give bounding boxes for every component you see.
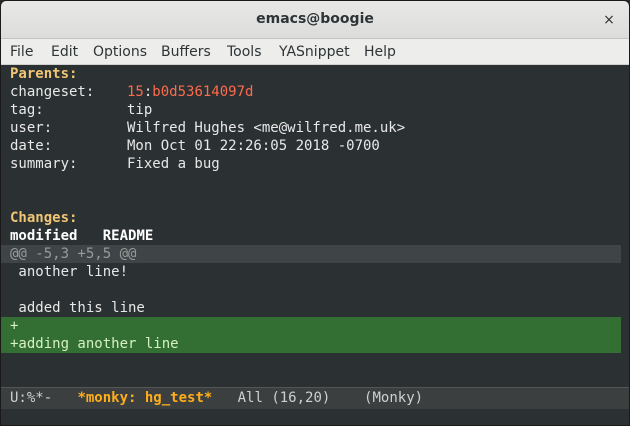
summary-key: summary: bbox=[10, 156, 78, 172]
monky-buffer[interactable]: Parents: changeset: 15:b0d53614097d tag: t… bbox=[1, 65, 629, 385]
tag-line: tag: tip bbox=[1, 101, 621, 119]
user-key: user: bbox=[10, 120, 53, 136]
window-title: emacs@boogie bbox=[256, 11, 374, 27]
diff-added-line: +adding another line bbox=[1, 335, 621, 353]
changeset-line: changeset: 15:b0d53614097d bbox=[1, 83, 621, 101]
date-line: date: Mon Oct 01 22:26:05 2018 -0700 bbox=[1, 137, 621, 155]
menu-buffers[interactable]: Buffers bbox=[161, 44, 211, 60]
modeline-buffer-name: *monky: hg_test* bbox=[77, 390, 213, 406]
modeline-position: All (16,20) bbox=[237, 390, 331, 406]
changes-heading: Changes: bbox=[10, 210, 78, 226]
modeline-state: U:%*- bbox=[10, 390, 53, 406]
menu-yasnippet[interactable]: YASnippet bbox=[279, 44, 350, 60]
parents-heading: Parents: bbox=[10, 66, 78, 82]
menu-tools[interactable]: Tools bbox=[227, 44, 262, 60]
summary-value: Fixed a bug bbox=[127, 156, 220, 172]
diff-context-line bbox=[1, 281, 621, 299]
file-name: README bbox=[102, 228, 154, 244]
menu-file[interactable]: File bbox=[10, 44, 33, 60]
file-status: modified bbox=[10, 228, 78, 244]
menu-edit[interactable]: Edit bbox=[51, 44, 78, 60]
minibuffer[interactable] bbox=[1, 409, 629, 425]
changeset-hash[interactable]: b0d53614097d bbox=[152, 84, 253, 100]
menu-help[interactable]: Help bbox=[364, 44, 396, 60]
changeset-revision[interactable]: 15 bbox=[127, 84, 144, 100]
tag-value: tip bbox=[127, 102, 153, 118]
diff-context-line: added this line bbox=[10, 300, 145, 316]
date-key: date: bbox=[10, 138, 53, 154]
date-value: Mon Oct 01 22:26:05 2018 -0700 bbox=[127, 138, 380, 154]
summary-line: summary: Fixed a bug bbox=[1, 155, 621, 173]
changeset-key: changeset: bbox=[10, 84, 95, 100]
title-bar[interactable]: emacs@boogie × bbox=[1, 1, 629, 39]
diff-added-line: + bbox=[1, 317, 621, 335]
user-line: user: Wilfred Hughes <me@wilfred.me.uk> bbox=[1, 119, 621, 137]
user-value: Wilfred Hughes <me@wilfred.me.uk> bbox=[127, 120, 406, 136]
modeline-mode: (Monky) bbox=[364, 390, 424, 406]
hunk-header[interactable]: @@ -5,3 +5,5 @@ bbox=[1, 245, 621, 263]
file-line[interactable]: modified README bbox=[1, 227, 621, 245]
mode-line[interactable]: U:%*- *monky: hg_test* All (16,20) (Monk… bbox=[1, 387, 629, 409]
menu-options[interactable]: Options bbox=[93, 44, 147, 60]
menu-bar: File Edit Options Buffers Tools YASnippe… bbox=[1, 39, 629, 65]
emacs-window: emacs@boogie × File Edit Options Buffers… bbox=[0, 0, 630, 426]
tag-key: tag: bbox=[10, 102, 44, 118]
close-icon[interactable]: × bbox=[599, 10, 619, 30]
diff-context-line: another line! bbox=[10, 264, 129, 280]
